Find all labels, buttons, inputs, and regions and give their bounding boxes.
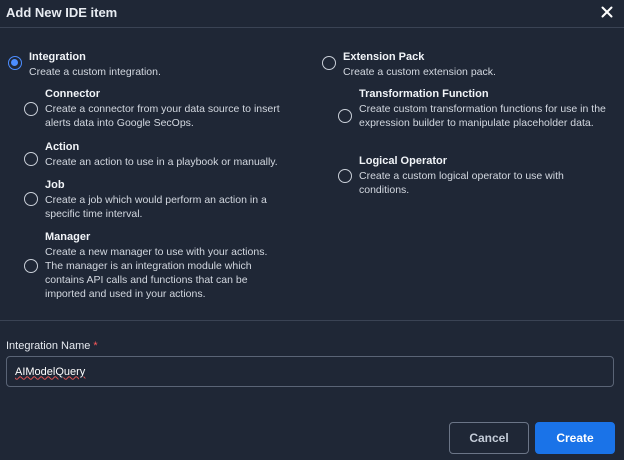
- section-divider: [0, 320, 624, 321]
- radio-manager[interactable]: [24, 259, 38, 273]
- option-transformation-function-title: Transformation Function: [359, 88, 489, 100]
- option-action-title: Action: [45, 141, 80, 153]
- required-marker: *: [93, 340, 98, 352]
- integration-name-value[interactable]: AIModelQuery: [15, 366, 85, 378]
- option-connector-description: Create a connector from your data source…: [45, 103, 280, 129]
- radio-transformation-function[interactable]: [338, 109, 352, 123]
- option-logical-operator-description: Create a custom logical operator to use …: [359, 170, 564, 196]
- dialog-title: Add New IDE item: [6, 5, 118, 20]
- option-action-description: Create an action to use in a playbook or…: [45, 156, 278, 168]
- option-extension-pack-title: Extension Pack: [343, 51, 425, 63]
- radio-job[interactable]: [24, 192, 38, 206]
- option-extension-pack-description: Create a custom extension pack.: [343, 66, 496, 78]
- option-integration-title: Integration: [29, 51, 86, 63]
- option-job-title: Job: [45, 179, 65, 191]
- option-transformation-function-description: Create custom transformation functions f…: [359, 103, 606, 129]
- option-manager-title: Manager: [45, 231, 91, 243]
- integration-name-label: Integration Name *: [6, 340, 98, 352]
- option-connector-title: Connector: [45, 88, 100, 100]
- cancel-button[interactable]: Cancel: [449, 422, 529, 454]
- option-logical-operator-title: Logical Operator: [359, 155, 448, 167]
- option-manager-description: Create a new manager to use with your ac…: [45, 246, 268, 300]
- dialog-header: Add New IDE item: [0, 0, 624, 28]
- radio-connector[interactable]: [24, 102, 38, 116]
- close-icon[interactable]: [598, 3, 616, 21]
- radio-extension-pack[interactable]: [322, 56, 336, 70]
- item-type-options: Integration Create a custom integration.…: [0, 28, 624, 314]
- create-button[interactable]: Create: [535, 422, 615, 454]
- integration-name-label-text: Integration Name: [6, 340, 91, 352]
- radio-logical-operator[interactable]: [338, 169, 352, 183]
- integration-name-input[interactable]: AIModelQuery: [6, 356, 614, 387]
- radio-integration[interactable]: [8, 56, 22, 70]
- option-integration-description: Create a custom integration.: [29, 66, 161, 78]
- radio-action[interactable]: [24, 152, 38, 166]
- option-job-description: Create a job which would perform an acti…: [45, 194, 267, 220]
